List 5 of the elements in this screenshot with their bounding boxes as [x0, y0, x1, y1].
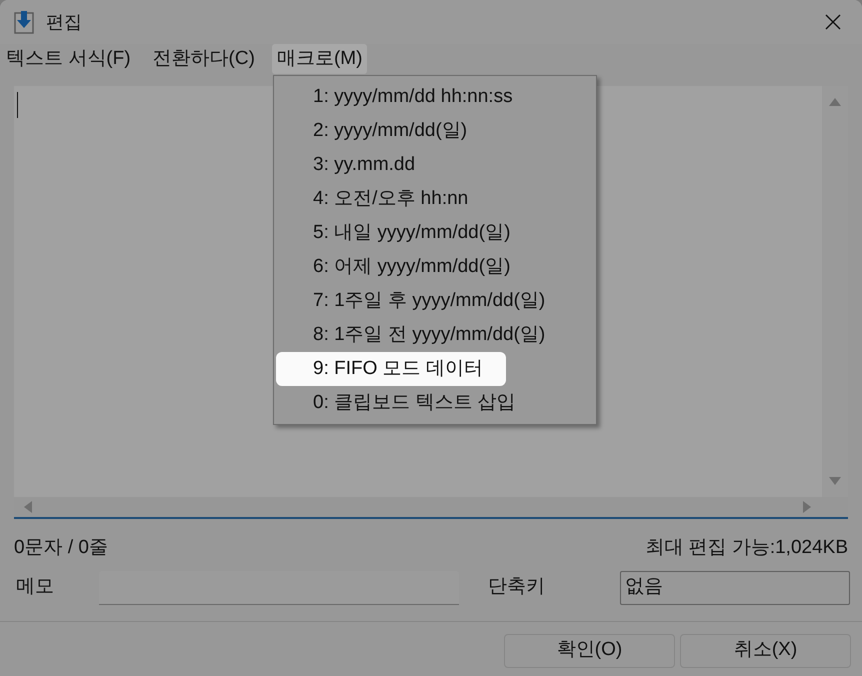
character-line-count: 0문자 / 0줄 [14, 536, 108, 560]
shortcut-label: 단축키 [488, 575, 546, 600]
max-edit-size: 최대 편집 가능:1,024KB [645, 536, 848, 560]
window-title: 편집 [46, 10, 82, 34]
memo-label: 메모 [16, 575, 55, 600]
